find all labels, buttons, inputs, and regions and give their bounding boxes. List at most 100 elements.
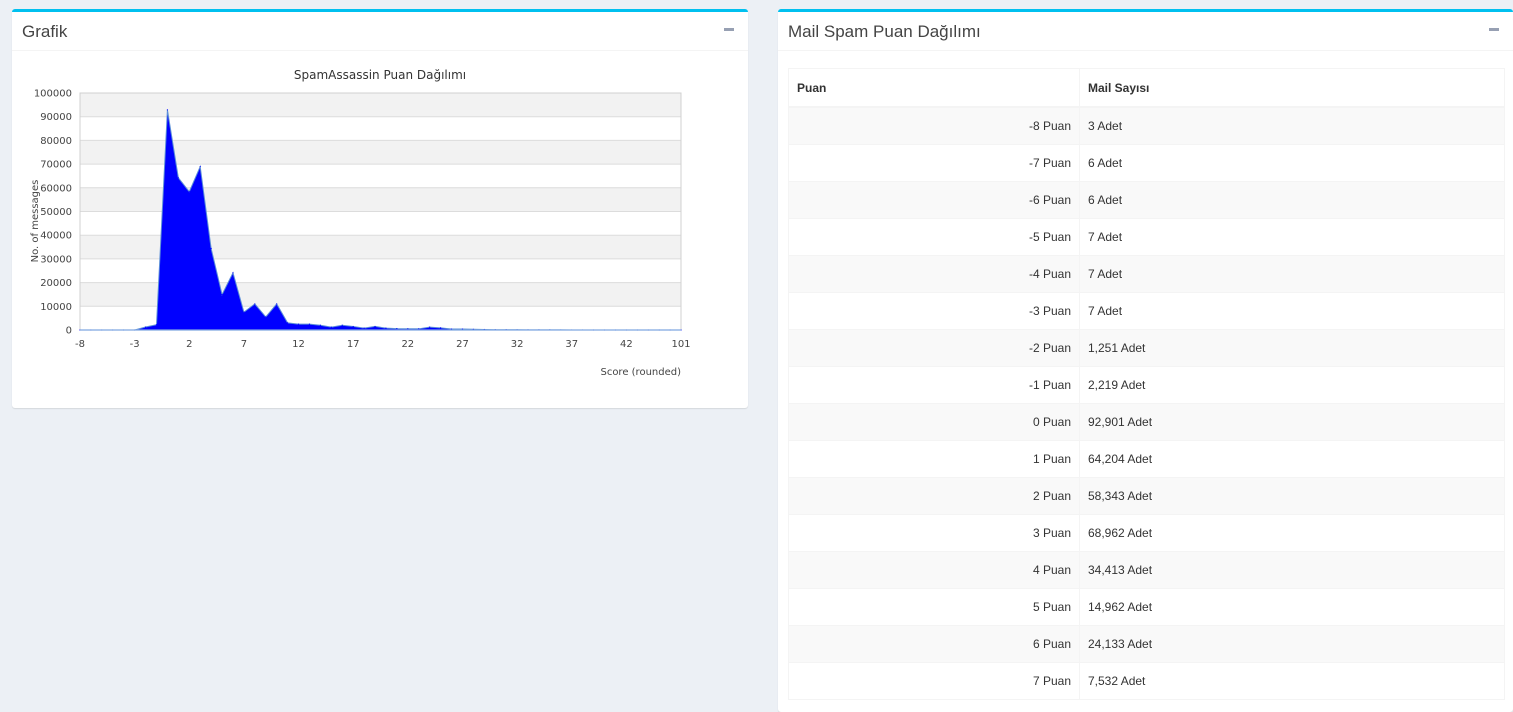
- x-tick-label: 27: [456, 339, 469, 350]
- data-point: [396, 327, 398, 330]
- table-row: 6 Puan 24,133 Adet: [789, 625, 1504, 663]
- data-point: [188, 191, 190, 193]
- score-cell: 1 Puan: [789, 440, 1080, 478]
- score-table-panel-title: Mail Spam Puan Dağılımı: [788, 22, 981, 41]
- count-cell: 7 Adet: [1079, 292, 1504, 330]
- x-tick-label: 2: [186, 339, 192, 350]
- y-tick-label: 10000: [40, 302, 72, 313]
- data-point: [341, 324, 343, 326]
- score-cell: -2 Puan: [789, 329, 1080, 367]
- chart-panel-title: Grafik: [22, 22, 68, 41]
- score-cell: -3 Puan: [789, 292, 1080, 330]
- spam-score-chart: SpamAssassin Puan Dağılımı 0 10000 20000 30…: [30, 68, 691, 378]
- score-cell: 3 Puan: [789, 514, 1080, 552]
- y-tick-label: 60000: [40, 183, 72, 194]
- data-point: [308, 323, 311, 325]
- table-row: 4 Puan 34,413 Adet: [789, 551, 1504, 589]
- count-cell: 2,219 Adet: [1079, 366, 1504, 404]
- score-table-panel: Mail Spam Puan Dağılımı Puan Mail Sayısı…: [778, 9, 1513, 712]
- table-row: 7 Puan 7,532 Adet: [789, 662, 1504, 699]
- chart-panel: Grafik SpamAssassin Puan Dağılımı 0 10000…: [12, 9, 748, 408]
- score-cell: 6 Puan: [789, 625, 1080, 663]
- y-tick-label: 0: [66, 326, 72, 337]
- score-cell: -4 Puan: [789, 255, 1080, 293]
- data-point: [352, 325, 354, 328]
- y-axis-label: No. of messages: [30, 180, 41, 263]
- table-row: 5 Puan 14,962 Adet: [789, 588, 1504, 626]
- collapse-icon[interactable]: [724, 28, 734, 31]
- count-cell: 7 Adet: [1079, 218, 1504, 256]
- table-row: -7 Puan 6 Adet: [789, 144, 1504, 182]
- data-point: [385, 327, 387, 329]
- y-tick-label: 80000: [40, 136, 72, 147]
- table-row: -2 Puan 1,251 Adet: [789, 329, 1504, 367]
- score-cell: -7 Puan: [789, 144, 1080, 182]
- data-point: [243, 311, 245, 313]
- x-tick-label: 22: [401, 339, 414, 350]
- count-cell: 14,962 Adet: [1079, 588, 1504, 626]
- data-point: [440, 327, 442, 329]
- x-tick-label: 42: [620, 339, 633, 350]
- table-row: -8 Puan 3 Adet: [789, 106, 1504, 145]
- y-tick-label: 50000: [40, 207, 72, 218]
- data-point: [276, 303, 278, 305]
- data-point: [297, 323, 300, 325]
- data-point: [363, 327, 365, 329]
- data-point: [177, 177, 179, 179]
- score-cell: 5 Puan: [789, 588, 1080, 626]
- score-cell: -1 Puan: [789, 366, 1080, 404]
- data-point: [254, 303, 256, 305]
- column-header-score[interactable]: Puan: [789, 69, 1080, 108]
- y-tick-label: 100000: [34, 89, 72, 100]
- x-tick-label: -3: [130, 339, 140, 350]
- chart-panel-header: Grafik: [12, 12, 748, 51]
- y-tick-label: 30000: [40, 254, 72, 265]
- data-point: [144, 326, 147, 328]
- table-row: -4 Puan 7 Adet: [789, 255, 1504, 293]
- data-point: [199, 165, 201, 168]
- plot-band: [80, 93, 681, 117]
- table-row: -5 Puan 7 Adet: [789, 218, 1504, 256]
- y-tick-label: 90000: [40, 112, 72, 123]
- count-cell: 34,413 Adet: [1079, 551, 1504, 589]
- score-cell: 4 Puan: [789, 551, 1080, 589]
- data-point: [418, 328, 420, 330]
- count-cell: 7 Adet: [1079, 255, 1504, 293]
- collapse-icon[interactable]: [1489, 28, 1499, 31]
- x-tick-label: 12: [292, 339, 305, 350]
- y-tick-label: 20000: [40, 278, 72, 289]
- count-cell: 1,251 Adet: [1079, 329, 1504, 367]
- score-cell: -6 Puan: [789, 181, 1080, 219]
- table-row: -3 Puan 7 Adet: [789, 292, 1504, 330]
- count-cell: 6 Adet: [1079, 144, 1504, 182]
- score-cell: -5 Puan: [789, 218, 1080, 256]
- score-cell: 7 Puan: [789, 662, 1080, 699]
- x-tick-label: 32: [511, 339, 524, 350]
- count-cell: 58,343 Adet: [1079, 477, 1504, 515]
- chart-title: SpamAssassin Puan Dağılımı: [294, 68, 466, 82]
- table-row: -1 Puan 2,219 Adet: [789, 366, 1504, 404]
- data-point: [429, 326, 431, 328]
- score-table-panel-header: Mail Spam Puan Dağılımı: [778, 12, 1513, 51]
- column-header-count[interactable]: Mail Sayısı: [1079, 69, 1504, 108]
- data-point: [166, 109, 169, 111]
- score-cell: 0 Puan: [789, 403, 1080, 441]
- table-header-row: Puan Mail Sayısı: [789, 69, 1504, 108]
- table-row: -6 Puan 6 Adet: [789, 181, 1504, 219]
- x-axis-label: Score (rounded): [600, 367, 681, 378]
- y-tick-label: 70000: [40, 160, 72, 171]
- score-table-wrapper: Puan Mail Sayısı -8 Puan 3 Adet -7 Puan 6 A…: [788, 68, 1505, 700]
- table-row: 0 Puan 92,901 Adet: [789, 403, 1504, 441]
- x-tick-label: 101: [671, 339, 690, 350]
- count-cell: 7,532 Adet: [1079, 662, 1504, 699]
- data-point: [265, 316, 267, 318]
- count-cell: 3 Adet: [1079, 106, 1504, 145]
- x-tick-label: -8: [75, 339, 85, 350]
- score-cell: 2 Puan: [789, 477, 1080, 515]
- table-row: 2 Puan 58,343 Adet: [789, 477, 1504, 515]
- x-tick-label: 7: [241, 339, 247, 350]
- count-cell: 92,901 Adet: [1079, 403, 1504, 441]
- data-point: [232, 272, 234, 274]
- data-point: [319, 324, 321, 326]
- table-row: 1 Puan 64,204 Adet: [789, 440, 1504, 478]
